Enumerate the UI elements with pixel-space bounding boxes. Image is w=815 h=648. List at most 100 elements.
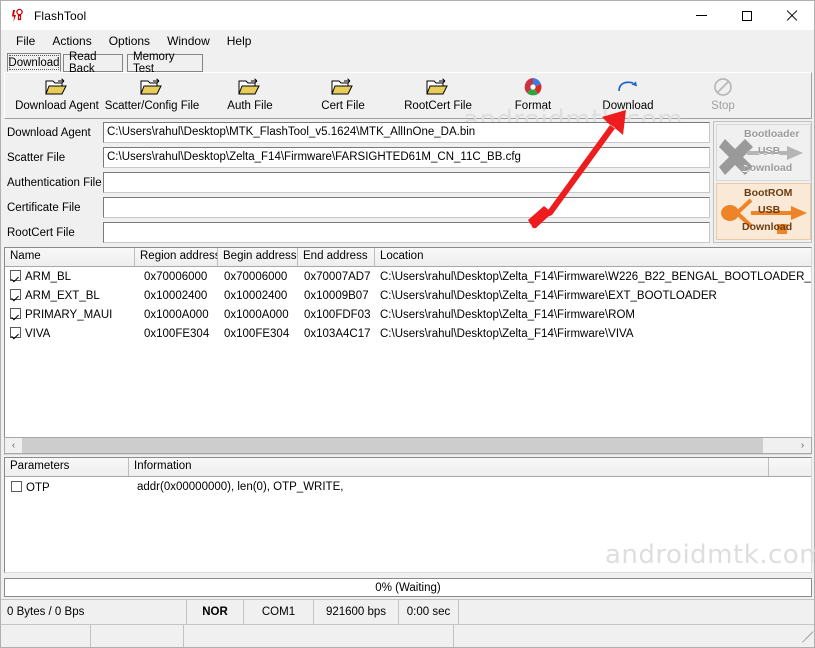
bottom-filler-row xyxy=(1,624,814,647)
status-memory-type: NOR xyxy=(187,599,244,624)
menu-options[interactable]: Options xyxy=(101,32,159,50)
col-header-end-address[interactable]: End address xyxy=(298,248,375,266)
row-checkbox[interactable] xyxy=(10,308,21,319)
toolbar-label: Auth File xyxy=(227,100,273,112)
col-header-region-address[interactable]: Region address xyxy=(135,248,218,266)
row-region-address: 0x70006000 xyxy=(144,270,208,283)
bootloader-usb-download-button[interactable]: Bootloader USB Download xyxy=(716,124,811,181)
status-transfer-rate: 0 Bytes / 0 Bps xyxy=(1,599,187,624)
download-agent-input[interactable]: C:\Users\rahul\Desktop\MTK_FlashTool_v5.… xyxy=(103,122,710,143)
resize-grip-icon[interactable] xyxy=(798,631,814,646)
menu-bar: File Actions Options Window Help xyxy=(1,30,814,52)
menu-file[interactable]: File xyxy=(8,32,44,50)
bottom-cell-2 xyxy=(91,624,184,647)
col-header-parameters[interactable]: Parameters xyxy=(5,458,129,476)
window-title: FlashTool xyxy=(34,8,87,23)
bottom-cell-4 xyxy=(454,624,814,647)
flashtool-icon xyxy=(9,7,27,25)
menu-help[interactable]: Help xyxy=(219,32,261,50)
row-region-address: 0x100FE304 xyxy=(144,327,210,340)
hscroll-track[interactable] xyxy=(22,438,794,453)
row-region-address: 0x10002400 xyxy=(144,289,208,302)
row-end-address: 0x103A4C17 xyxy=(304,327,371,340)
field-row-authentication-file: Authentication File xyxy=(4,171,710,194)
bootloader-line3: Download xyxy=(742,162,793,174)
rootcert-file-input[interactable] xyxy=(103,222,710,243)
toolbar-label: RootCert File xyxy=(404,100,472,112)
tab-download[interactable]: Download xyxy=(7,53,61,72)
row-name-label: ARM_EXT_BL xyxy=(25,290,100,302)
minimize-button[interactable] xyxy=(679,1,724,30)
field-row-certificate-file: Certificate File xyxy=(4,196,710,219)
otp-checkbox[interactable] xyxy=(11,480,22,492)
row-name-cell: ARM_EXT_BL xyxy=(5,289,135,302)
field-row-scatter-file: Scatter File C:\Users\rahul\Desktop\Zelt… xyxy=(4,146,710,169)
status-bar: 0 Bytes / 0 Bps NOR COM1 921600 bps 0:00… xyxy=(1,599,814,624)
status-message xyxy=(459,599,814,624)
row-checkbox[interactable] xyxy=(10,270,21,281)
bootloader-line1: Bootloader xyxy=(744,128,800,140)
field-label: Authentication File xyxy=(4,176,103,189)
field-label: Scatter File xyxy=(4,151,103,164)
open-folder-icon xyxy=(331,76,355,98)
table-row[interactable]: ARM_EXT_BL 0x10002400 0x10002400 0x10009… xyxy=(5,286,811,305)
scroll-right-arrow-icon[interactable]: › xyxy=(794,438,811,453)
authentication-file-input[interactable] xyxy=(103,172,710,193)
row-name-cell: PRIMARY_MAUI xyxy=(5,308,135,321)
col-header-begin-address[interactable]: Begin address xyxy=(218,248,298,266)
minimize-icon xyxy=(696,15,707,16)
scatter-file-input[interactable]: C:\Users\rahul\Desktop\Zelta_F14\Firmwar… xyxy=(103,147,710,168)
table-row[interactable]: VIVA 0x100FE304 0x100FE304 0x103A4C17 C:… xyxy=(5,324,811,343)
menu-window[interactable]: Window xyxy=(159,32,219,50)
row-name-label: PRIMARY_MAUI xyxy=(25,309,113,321)
toolbar-cert-file[interactable]: Cert File xyxy=(295,76,391,118)
certificate-file-input[interactable] xyxy=(103,197,710,218)
table-row[interactable]: PRIMARY_MAUI 0x1000A000 0x1000A000 0x100… xyxy=(5,305,811,324)
tab-read-back[interactable]: Read Back xyxy=(63,51,123,75)
tab-memory-test[interactable]: Memory Test xyxy=(127,51,203,75)
status-com-port: COM1 xyxy=(244,599,314,624)
row-checkbox[interactable] xyxy=(10,289,21,300)
partition-table-hscrollbar[interactable]: ‹ › xyxy=(4,437,812,454)
toolbar-label: Download xyxy=(602,100,654,112)
row-begin-address: 0x70006000 xyxy=(224,270,288,283)
parameters-table: Parameters Information OTP addr(0x000000… xyxy=(4,457,812,573)
progress-text: 0% (Waiting) xyxy=(375,581,441,594)
partition-table-header: Name Region address Begin address End ad… xyxy=(5,248,811,267)
toolbar-auth-file[interactable]: Auth File xyxy=(202,76,298,118)
row-end-address: 0x70007AD7 xyxy=(304,270,371,283)
toolbar-scatter-config-file[interactable]: Scatter/Config File xyxy=(104,76,200,118)
scroll-left-arrow-icon[interactable]: ‹ xyxy=(5,438,22,453)
row-checkbox[interactable] xyxy=(10,327,21,338)
list-item[interactable]: OTP addr(0x00000000), len(0), OTP_WRITE, xyxy=(5,477,811,497)
status-elapsed-time: 0:00 sec xyxy=(399,599,459,624)
col-header-name[interactable]: Name xyxy=(5,248,135,266)
bootrom-usb-download-button[interactable]: BootROM USB Download xyxy=(716,183,811,240)
row-location: C:\Users\rahul\Desktop\Zelta_F14\Firmwar… xyxy=(380,327,634,340)
progress-bar: 0% (Waiting) xyxy=(4,578,812,597)
col-header-location[interactable]: Location xyxy=(375,248,811,266)
toolbar-stop[interactable]: Stop xyxy=(675,76,771,118)
open-folder-icon xyxy=(140,76,164,98)
download-arrow-icon xyxy=(616,76,640,98)
field-label: Certificate File xyxy=(4,201,103,214)
toolbar-download[interactable]: Download xyxy=(580,76,676,118)
toolbar-label: Download Agent xyxy=(15,100,99,112)
row-location: C:\Users\rahul\Desktop\Zelta_F14\Firmwar… xyxy=(380,289,717,302)
toolbar-rootcert-file[interactable]: RootCert File xyxy=(390,76,486,118)
maximize-button[interactable] xyxy=(724,1,769,30)
field-row-rootcert-file: RootCert File xyxy=(4,221,710,244)
row-location: C:\Users\rahul\Desktop\Zelta_F14\Firmwar… xyxy=(380,270,811,283)
status-baud-rate: 921600 bps xyxy=(314,599,399,624)
tab-strip: Download Read Back Memory Test xyxy=(1,51,814,75)
parameter-name-cell: OTP xyxy=(5,480,129,494)
file-fields: Download Agent C:\Users\rahul\Desktop\MT… xyxy=(4,121,710,245)
toolbar-download-agent[interactable]: Download Agent xyxy=(9,76,105,118)
hscroll-thumb[interactable] xyxy=(22,438,764,453)
toolbar-format[interactable]: Format xyxy=(485,76,581,118)
table-row[interactable]: ARM_BL 0x70006000 0x70006000 0x70007AD7 … xyxy=(5,267,811,286)
row-name-label: VIVA xyxy=(25,328,51,340)
menu-actions[interactable]: Actions xyxy=(44,32,100,50)
col-header-information[interactable]: Information xyxy=(129,458,769,476)
close-button[interactable] xyxy=(769,1,814,30)
